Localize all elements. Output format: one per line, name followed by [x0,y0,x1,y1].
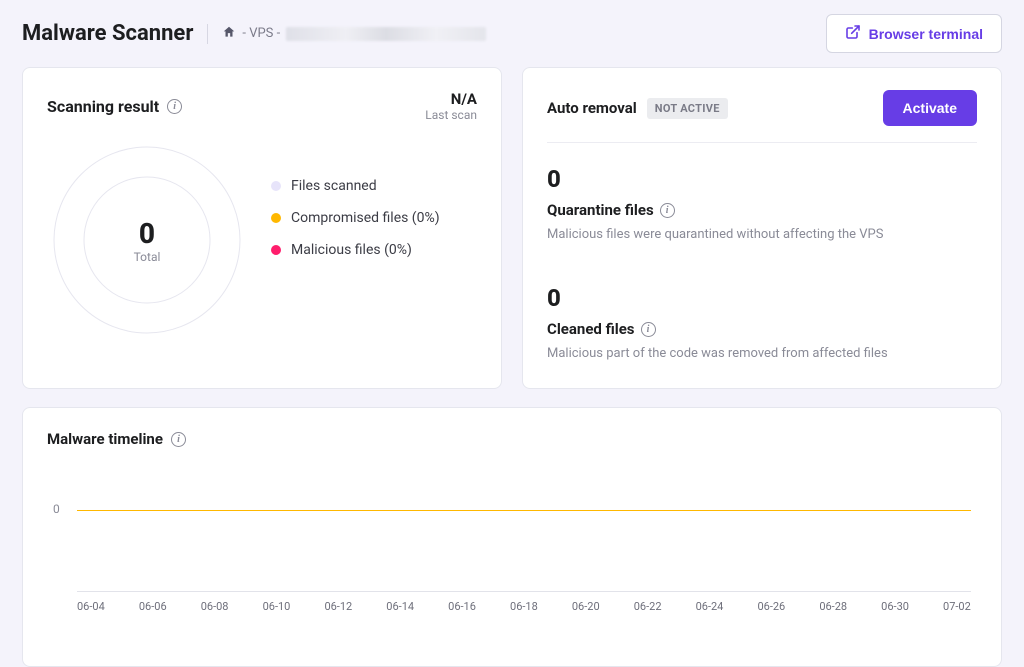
breadcrumb-vps-prefix: - VPS - [242,26,280,41]
header-divider [207,24,208,44]
x-axis-tick: 06-18 [510,600,538,613]
breadcrumb: - VPS - [222,25,486,43]
cleaned-metric: 0 Cleaned files i Malicious part of the … [547,284,977,361]
info-icon[interactable]: i [167,99,182,114]
browser-terminal-label: Browser terminal [869,26,983,42]
auto-removal-card: Auto removal NOT ACTIVE Activate 0 Quara… [522,67,1002,389]
x-axis-tick: 07-02 [943,600,971,613]
y-axis-tick: 0 [53,502,60,516]
timeline-series-line [77,510,971,511]
info-icon[interactable]: i [641,322,656,337]
home-icon[interactable] [222,25,236,43]
auto-removal-title: Auto removal [547,99,637,117]
quarantine-title: Quarantine files [547,201,654,219]
info-icon[interactable]: i [660,203,675,218]
x-axis-tick: 06-04 [77,600,105,613]
malware-timeline-card: Malware timeline i 0 06-04 06-06 06-08 06-1… [22,407,1002,667]
x-axis-tick: 06-06 [139,600,167,613]
x-axis-tick: 06-22 [634,600,662,613]
dot-icon [271,181,281,191]
scan-legend: Files scanned Compromised files (0%) Mal… [271,178,440,258]
timeline-chart: 0 06-0406-0606-0806-1006-1206-1406-1606-… [47,510,977,613]
browser-terminal-button[interactable]: Browser terminal [826,14,1002,53]
x-axis-tick: 06-16 [448,600,476,613]
scan-total-number: 0 [139,217,155,250]
dot-icon [271,245,281,255]
status-badge: NOT ACTIVE [647,98,728,119]
x-axis-tick: 06-12 [324,600,352,613]
x-axis-tick: 06-24 [696,600,724,613]
external-link-icon [845,24,861,43]
x-axis-tick: 06-10 [263,600,291,613]
scanning-result-card: Scanning result i N/A Last scan 0 Total [22,67,502,389]
quarantine-metric: 0 Quarantine files i Malicious files wer… [547,165,977,242]
scan-total-label: Total [134,250,161,264]
quarantine-count: 0 [547,165,977,193]
page-title: Malware Scanner [22,21,193,46]
x-axis-tick: 06-14 [386,600,414,613]
legend-files-scanned: Files scanned [271,178,440,194]
legend-label: Files scanned [291,178,377,194]
cleaned-desc: Malicious part of the code was removed f… [547,346,977,361]
scanning-result-title: Scanning result [47,97,159,116]
info-icon[interactable]: i [171,432,186,447]
breadcrumb-hostname-redacted [286,27,486,41]
dot-icon [271,213,281,223]
malware-timeline-title: Malware timeline [47,430,163,448]
activate-button[interactable]: Activate [883,90,977,126]
legend-label: Compromised files (0%) [291,210,440,226]
x-axis-tick: 06-26 [757,600,785,613]
last-scan-value: N/A [425,90,477,108]
x-axis-tick: 06-08 [201,600,229,613]
legend-label: Malicious files (0%) [291,242,412,258]
scan-donut-chart: 0 Total [47,140,247,340]
x-axis-tick: 06-30 [881,600,909,613]
x-axis-tick: 06-28 [819,600,847,613]
cleaned-title: Cleaned files [547,320,635,338]
x-axis: 06-04 06-06 06-08 06-10 06-12 06-14 06-16 06-18… [77,591,971,613]
last-scan-label: Last scan [425,108,477,122]
cleaned-count: 0 [547,284,977,312]
legend-malicious: Malicious files (0%) [271,242,440,258]
x-axis-tick: 06-20 [572,600,600,613]
legend-compromised: Compromised files (0%) [271,210,440,226]
quarantine-desc: Malicious files were quarantined without… [547,227,977,242]
